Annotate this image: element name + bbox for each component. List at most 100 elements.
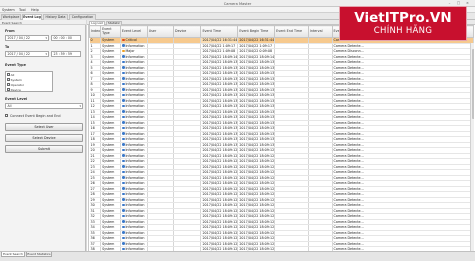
cell-text: Camera Detecte... bbox=[333, 170, 364, 174]
cell-text: System bbox=[102, 214, 115, 218]
column-header-index[interactable]: Index bbox=[89, 25, 102, 38]
cell-begin-time: 2017/04/22 1:09:17 bbox=[237, 43, 276, 49]
cell-text: 36 bbox=[90, 236, 95, 240]
cell-event-time: 2017/04/22 18:09:12 bbox=[200, 208, 239, 214]
cell-text: 2017/04/22 18:09:13 bbox=[239, 65, 275, 70]
cell-text: 2017/04/22 18:09:12 bbox=[202, 192, 238, 196]
menu-help[interactable]: Help bbox=[31, 8, 39, 12]
cell-event-time: 2017/04/22 18:09:12 bbox=[200, 147, 239, 154]
column-header-event-type[interactable]: Event Type bbox=[100, 25, 121, 38]
connect-events-checkbox[interactable] bbox=[5, 114, 8, 117]
calendar-dropdown-icon[interactable]: ▾ bbox=[45, 52, 47, 56]
cell-text: 2017/04/22 18:09:12 bbox=[239, 153, 275, 158]
checkbox-icon[interactable] bbox=[7, 88, 10, 91]
from-time-field[interactable]: 00 : 00 : 00 bbox=[51, 35, 81, 41]
cell-text: 6 bbox=[90, 71, 93, 75]
to-time-field[interactable]: 23 : 59 : 59 bbox=[51, 51, 81, 57]
cell-text: Camera Detecte... bbox=[333, 126, 364, 130]
cell-begin-time: 2017/04/22 18:09:12 bbox=[237, 219, 276, 225]
watermark-line1: VietITPro.VN bbox=[354, 10, 452, 26]
cell-event-time: 2017/04/22 18:09:12 bbox=[200, 230, 239, 236]
cell-text: Information bbox=[125, 148, 145, 152]
column-header-event-level[interactable]: Event Level bbox=[119, 25, 148, 38]
checkbox-icon[interactable] bbox=[7, 83, 10, 86]
cell-event-time: 2017/04/22 18:09:12 bbox=[200, 241, 239, 247]
cell-text: System bbox=[102, 197, 115, 202]
cell-event-level: Information bbox=[120, 202, 148, 209]
event-log-table[interactable]: Index Event Type Event Level User Device… bbox=[88, 25, 474, 251]
cell-event-time: 2017/04/22 18:09:12 bbox=[200, 158, 239, 165]
cell-begin-time: 2017/04/22 16:31:44 bbox=[237, 37, 276, 44]
cell-text: Camera Detecte... bbox=[333, 219, 364, 224]
cell-event-time: 2017/04/22 18:09:12 bbox=[200, 191, 239, 198]
column-header-user[interactable]: User bbox=[146, 25, 175, 38]
cell-text: 2017/04/22 18:09:12 bbox=[202, 164, 238, 169]
column-header-interval[interactable]: Interval bbox=[307, 25, 333, 38]
cell-text: Information bbox=[125, 214, 145, 218]
cell-text: Camera Detecte... bbox=[333, 65, 364, 70]
cell-begin-time: 2017/04/22 18:09:12 bbox=[237, 175, 276, 181]
cell-event-level: Information bbox=[120, 153, 148, 159]
cell-text: 2017/04/22 18:09:13 bbox=[202, 126, 238, 130]
select-user-button[interactable]: Select User bbox=[5, 123, 83, 131]
event-level-select[interactable]: All ▾ bbox=[5, 103, 83, 109]
submit-button[interactable]: Submit bbox=[5, 145, 83, 153]
cell-text: 3 bbox=[90, 54, 93, 59]
checkbox-icon[interactable] bbox=[7, 78, 10, 81]
from-date-field[interactable]: 2017 / 04 / 22 ▾ bbox=[5, 35, 49, 41]
cell-text: 2017/04/22 18:09:13 bbox=[239, 104, 275, 108]
cell-text: 2017/04/22 18:09:12 bbox=[239, 186, 275, 191]
event-type-operator[interactable]: Operator bbox=[7, 83, 24, 87]
menu-system[interactable]: System bbox=[2, 8, 15, 12]
tab-event-search[interactable]: Event Search bbox=[1, 252, 25, 257]
cell-event-level: Information bbox=[120, 175, 148, 181]
cell-event-time: 2017/04/22 18:09:13 bbox=[200, 87, 239, 93]
calendar-dropdown-icon[interactable]: ▾ bbox=[45, 36, 47, 40]
cell-text: 2017/04/22 18:09:13 bbox=[239, 137, 275, 141]
scrollbar-thumb[interactable] bbox=[471, 49, 474, 119]
event-type-list[interactable]: All System Operator Device bbox=[5, 71, 53, 92]
chevron-down-icon[interactable]: ▾ bbox=[79, 104, 81, 108]
to-date-field[interactable]: 2017 / 04 / 22 ▾ bbox=[5, 51, 49, 57]
cell-begin-time: 2017/04/22 18:09:13 bbox=[237, 103, 276, 110]
select-device-button[interactable]: Select Device bbox=[5, 134, 83, 142]
event-type-system[interactable]: System bbox=[7, 78, 22, 82]
cell-text: 19 bbox=[90, 142, 95, 147]
column-header-begin-time[interactable]: Event Begin Time bbox=[237, 25, 276, 38]
cell-text: System bbox=[102, 192, 115, 196]
cell-text: 2017/04/22 18:09:13 bbox=[202, 120, 238, 125]
cell-text: 2017/04/22 1:09:17 bbox=[239, 43, 273, 48]
cell-event-time: 2017/04/22 1:09:08 bbox=[200, 48, 239, 55]
cell-text: Information bbox=[125, 142, 145, 147]
menu-tool[interactable]: Tool bbox=[19, 8, 26, 12]
cell-event-level: Information bbox=[120, 54, 148, 60]
cell-text: System bbox=[102, 164, 115, 169]
column-header-end-time[interactable]: Event End Time bbox=[274, 25, 309, 38]
event-type-device[interactable]: Device bbox=[7, 88, 21, 92]
vertical-scrollbar[interactable] bbox=[470, 43, 474, 251]
event-type-all[interactable]: All bbox=[7, 73, 14, 77]
connect-events-label: Connect Event Begin and End bbox=[10, 113, 61, 118]
tab-event-statistics[interactable]: Event Statistics bbox=[26, 252, 52, 257]
cell-text: 2017/04/22 18:09:12 bbox=[202, 175, 238, 180]
cell-text: 2017/04/22 18:09:13 bbox=[202, 115, 238, 119]
cell-begin-time: 2017/04/22 18:09:12 bbox=[237, 158, 276, 165]
cell-text: 24 bbox=[90, 170, 95, 174]
checkbox-icon[interactable] bbox=[7, 73, 10, 76]
cell-event-level: Information bbox=[120, 180, 148, 187]
cell-text: 2017/04/22 0:09:08 bbox=[239, 49, 273, 53]
cell-event-time: 2017/04/22 18:09:13 bbox=[200, 136, 239, 143]
cell-event-level: Information bbox=[120, 241, 148, 247]
cell-text: 2017/04/22 18:09:12 bbox=[239, 148, 275, 152]
cell-text: 2017/04/22 18:09:12 bbox=[239, 219, 275, 224]
cell-event-time: 2017/04/22 18:09:12 bbox=[200, 224, 239, 231]
cell-event-time: 2017/04/22 1:09:17 bbox=[200, 43, 239, 49]
column-header-device[interactable]: Device bbox=[173, 25, 202, 38]
cell-event-level: Information bbox=[120, 131, 148, 137]
column-header-event-time[interactable]: Event Time bbox=[200, 25, 239, 38]
cell-text: 26 bbox=[90, 181, 95, 185]
cell-event-level: Information bbox=[120, 197, 148, 203]
cell-text: 12 bbox=[90, 104, 95, 108]
cell-event-level: Information bbox=[120, 109, 148, 115]
cell-text: System bbox=[102, 186, 115, 191]
